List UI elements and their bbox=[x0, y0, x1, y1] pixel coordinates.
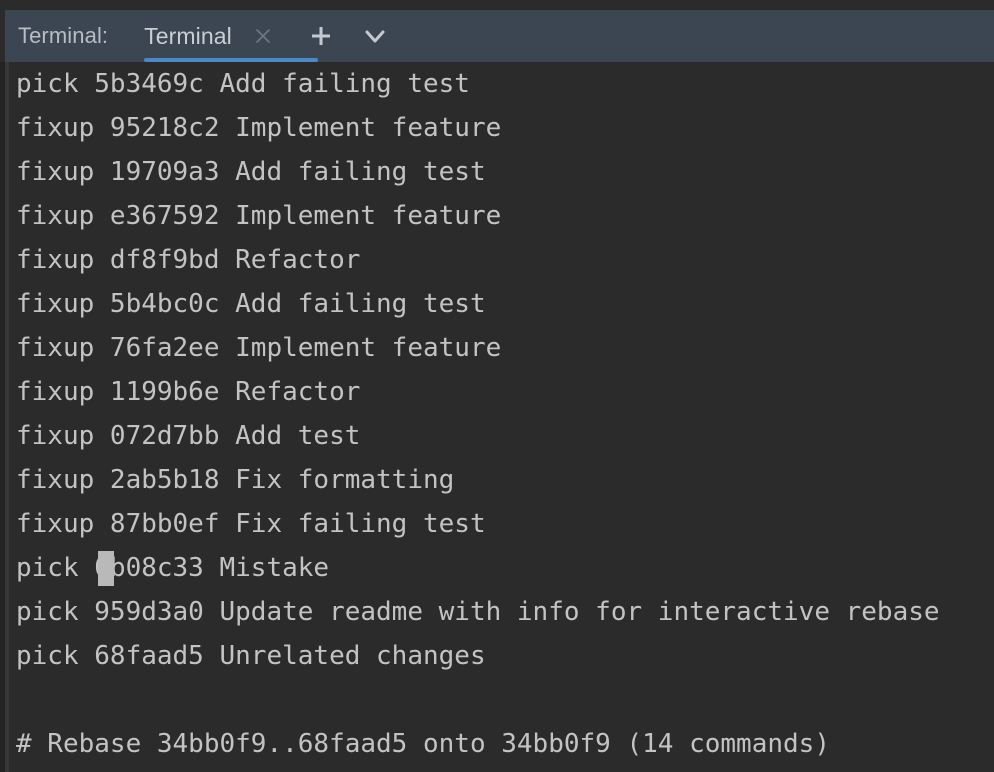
terminal-line: pick 959d3a0 Update readme with info for… bbox=[16, 597, 940, 627]
terminal-cursor bbox=[98, 551, 115, 586]
close-icon[interactable] bbox=[250, 23, 276, 49]
terminal-line: pick 0b08c33 Mistake bbox=[9, 546, 994, 590]
terminal-body[interactable]: pick 5b3469c Add failing test fixup 95218… bbox=[0, 62, 994, 772]
terminal-output[interactable]: pick 5b3469c Add failing test fixup 95218… bbox=[9, 62, 994, 772]
tab-terminal[interactable]: Terminal bbox=[144, 10, 319, 62]
terminal-window: Terminal: Terminal pick 5b3469c Add fail… bbox=[0, 0, 994, 772]
terminal-line: fixup 87bb0ef Fix failing test bbox=[16, 509, 486, 539]
terminal-tool-window-header: Terminal: Terminal bbox=[5, 10, 994, 62]
terminal-line: fixup 19709a3 Add failing test bbox=[16, 157, 486, 187]
terminal-line: pick 68faad5 Unrelated changes bbox=[16, 641, 486, 671]
tab-terminal-label: Terminal bbox=[144, 23, 232, 49]
chevron-down-icon[interactable] bbox=[358, 19, 392, 53]
terminal-line: # Rebase 34bb0f9..68faad5 onto 34bb0f9 (… bbox=[16, 729, 830, 759]
tool-window-label: Terminal: bbox=[18, 23, 109, 48]
terminal-line: fixup 2ab5b18 Fix formatting bbox=[16, 465, 455, 495]
terminal-line: pick 5b3469c Add failing test bbox=[16, 69, 470, 99]
terminal-line: fixup 1199b6e Refactor bbox=[16, 377, 361, 407]
plus-icon[interactable] bbox=[304, 19, 338, 53]
terminal-line: fixup 76fa2ee Implement feature bbox=[16, 333, 502, 363]
terminal-line: fixup df8f9bd Refactor bbox=[16, 245, 361, 275]
terminal-line: fixup 95218c2 Implement feature bbox=[16, 113, 502, 143]
terminal-line: fixup e367592 Implement feature bbox=[16, 201, 502, 231]
terminal-line: fixup 5b4bc0c Add failing test bbox=[16, 289, 486, 319]
terminal-line: fixup 072d7bb Add test bbox=[16, 421, 361, 451]
